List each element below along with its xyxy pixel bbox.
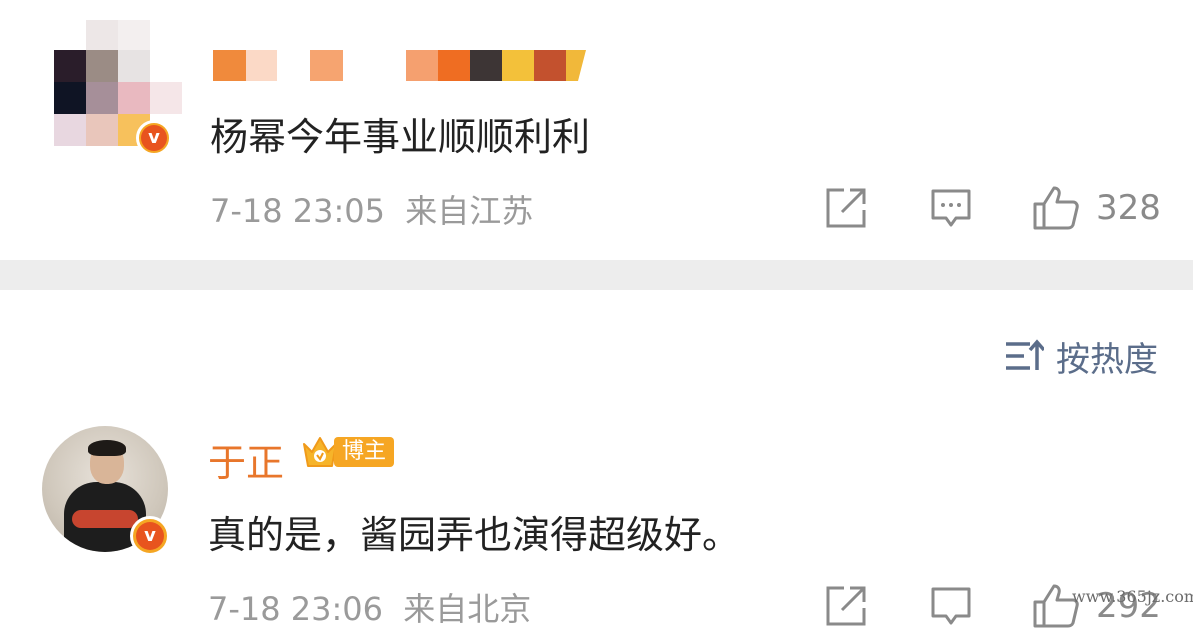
username-pixelated[interactable] — [213, 50, 588, 81]
comment-meta: 7-18 23:06 来自北京 — [208, 584, 531, 630]
comment-card-1: v 杨幂今年事业顺顺利利 7-18 23:05 来自江苏 328 — [0, 0, 1193, 260]
verified-badge-icon: v — [130, 516, 170, 556]
timestamp: 7-18 23:06 — [208, 590, 384, 628]
sort-icon — [1006, 339, 1044, 370]
avatar-pixelated[interactable]: v — [52, 20, 182, 156]
share-icon[interactable] — [824, 186, 868, 230]
section-divider — [0, 260, 1193, 290]
like-count: 328 — [1096, 188, 1161, 228]
thumbs-up-icon[interactable] — [1032, 184, 1080, 232]
share-icon[interactable] — [824, 584, 868, 628]
location: 来自江苏 — [405, 192, 534, 230]
comment-text: 真的是，酱园弄也演得超级好。 — [208, 513, 741, 557]
location: 来自北京 — [403, 590, 532, 628]
comment-icon[interactable] — [930, 188, 972, 230]
watermark: www.365jz.com — [1072, 587, 1193, 606]
comment-text: 杨幂今年事业顺顺利利 — [210, 115, 591, 159]
username[interactable]: 于正 — [208, 432, 284, 487]
sort-label: 按热度 — [1056, 339, 1158, 380]
comment-icon[interactable] — [930, 586, 972, 628]
sort-button[interactable]: 按热度 — [1004, 334, 1158, 380]
comment-meta: 7-18 23:05 来自江苏 — [210, 186, 533, 232]
blogger-badge: 博主 — [300, 432, 395, 472]
timestamp: 7-18 23:05 — [210, 192, 386, 230]
verified-badge-icon: v — [136, 120, 172, 156]
blogger-tag: 博主 — [334, 437, 395, 467]
